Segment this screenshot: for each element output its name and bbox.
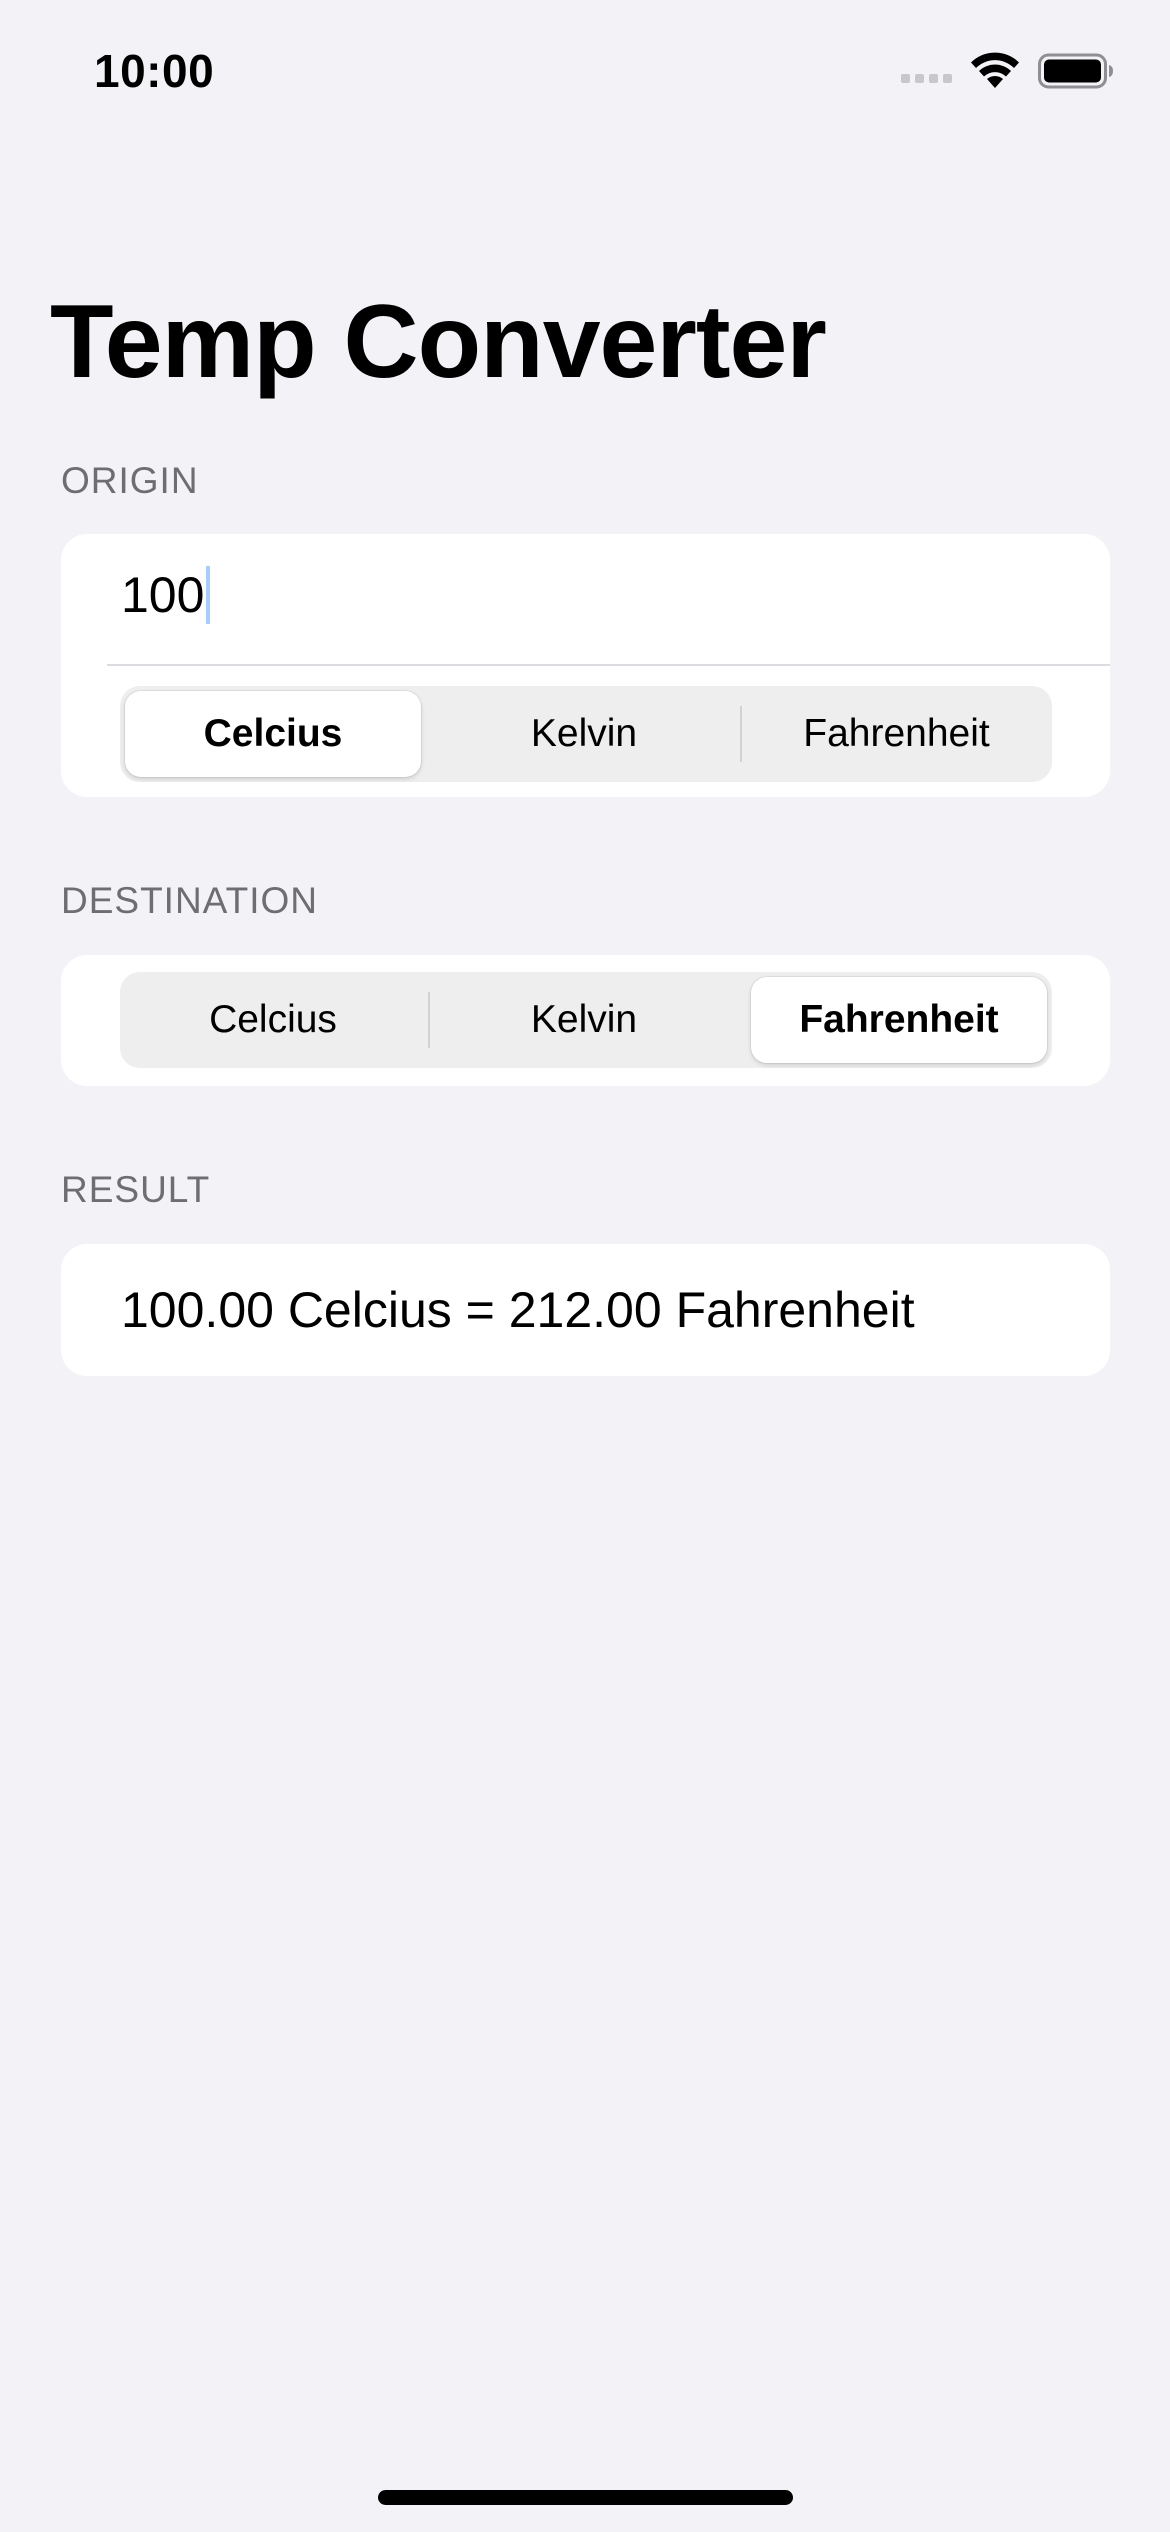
origin-unit-picker[interactable]: Celcius Kelvin Fahrenheit xyxy=(120,686,1052,782)
cellular-signal-icon xyxy=(901,73,952,83)
destination-section-header: DESTINATION xyxy=(61,880,318,921)
temperature-input[interactable]: 100 xyxy=(121,560,211,630)
text-caret xyxy=(206,566,211,624)
segment-divider xyxy=(428,992,430,1048)
battery-icon xyxy=(1038,53,1113,89)
origin-segment-fahrenheit[interactable]: Fahrenheit xyxy=(746,691,1047,777)
origin-section-header: ORIGIN xyxy=(61,460,199,501)
origin-segment-kelvin[interactable]: Kelvin xyxy=(436,691,732,777)
origin-segment-celcius[interactable]: Celcius xyxy=(125,691,421,777)
destination-segment-fahrenheit[interactable]: Fahrenheit xyxy=(751,977,1047,1063)
home-indicator[interactable] xyxy=(378,2490,793,2505)
origin-card: 100 Celcius Kelvin Fahrenheit xyxy=(61,534,1110,797)
status-time: 10:00 xyxy=(94,45,215,97)
destination-card: Celcius Kelvin Fahrenheit xyxy=(61,955,1110,1086)
temperature-input-value: 100 xyxy=(121,567,205,623)
wifi-icon xyxy=(971,52,1019,88)
result-card: 100.00 Celcius = 212.00 Fahrenheit xyxy=(61,1244,1110,1376)
status-bar: 10:00 xyxy=(0,0,1170,140)
destination-unit-picker[interactable]: Celcius Kelvin Fahrenheit xyxy=(120,972,1052,1068)
result-section-header: RESULT xyxy=(61,1169,211,1210)
row-separator xyxy=(107,664,1110,666)
destination-segment-celcius[interactable]: Celcius xyxy=(125,977,421,1063)
segment-divider xyxy=(740,706,742,762)
page-title: Temp Converter xyxy=(50,284,827,400)
status-icons xyxy=(901,52,1114,90)
result-text: 100.00 Celcius = 212.00 Fahrenheit xyxy=(121,1282,915,1338)
destination-segment-kelvin[interactable]: Kelvin xyxy=(436,977,732,1063)
